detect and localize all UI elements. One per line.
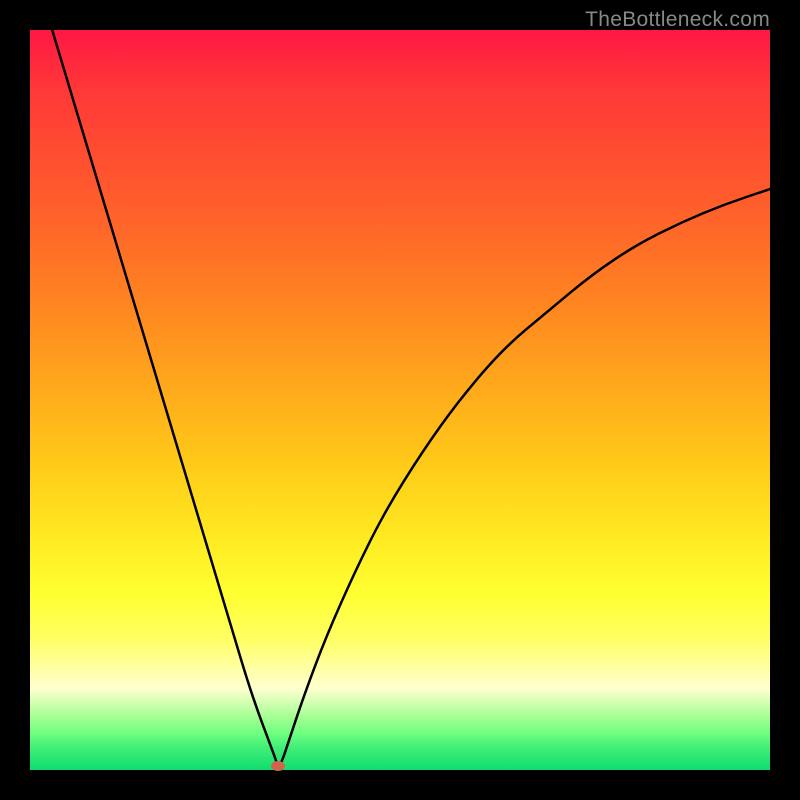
bottleneck-curve [52,30,770,765]
minimum-marker [271,761,285,771]
watermark-text: TheBottleneck.com [585,8,770,32]
chart-plot-area [30,30,770,770]
curve-svg [30,30,770,770]
